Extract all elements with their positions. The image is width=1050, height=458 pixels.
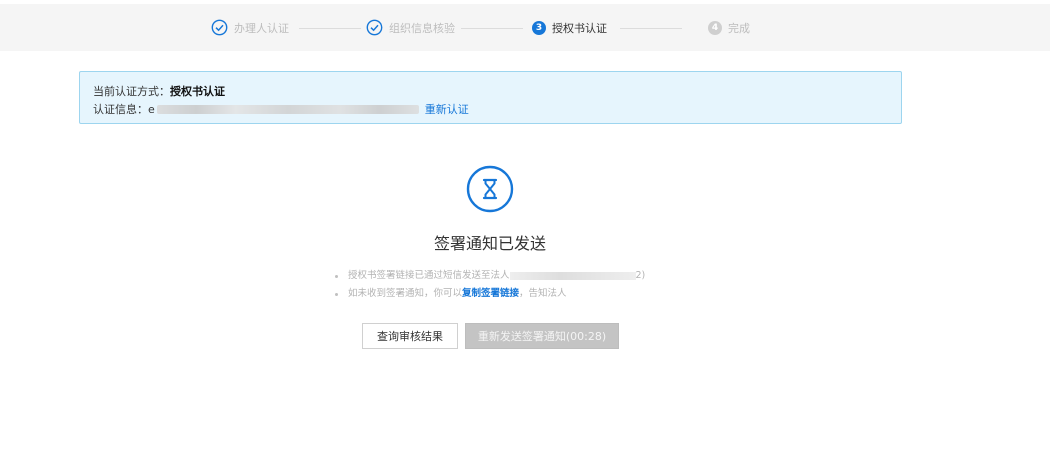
step-authorization-letter: 3 授权书认证 bbox=[532, 4, 607, 51]
auth-method-label: 当前认证方式： bbox=[93, 85, 170, 98]
tips-list: 授权书签署链接已通过短信发送至法人 2) 如未收到签署通知，你可以复制签署链接，告… bbox=[335, 267, 645, 303]
status-title: 签署通知已发送 bbox=[433, 234, 546, 253]
step-label: 授权书认证 bbox=[552, 21, 607, 35]
auth-method-value: 授权书认证 bbox=[170, 85, 225, 98]
auth-info-label: 认证信息： bbox=[93, 103, 148, 116]
check-circle-icon bbox=[366, 19, 383, 36]
auth-info-prefix: e bbox=[148, 102, 155, 116]
tip-copy-link: 如未收到签署通知，你可以复制签署链接，告知法人 bbox=[335, 285, 645, 303]
step-connector bbox=[461, 28, 523, 29]
tip-text-suffix: ，告知法人 bbox=[519, 288, 567, 299]
step-connector bbox=[299, 28, 361, 29]
hourglass-icon bbox=[466, 165, 514, 213]
step-label: 组织信息核验 bbox=[389, 21, 455, 35]
check-circle-icon bbox=[211, 19, 228, 36]
tip-text: 授权书签署链接已通过短信发送至法人 bbox=[348, 270, 510, 281]
step-handler-verification: 办理人认证 bbox=[211, 4, 289, 51]
resend-signing-notice-button[interactable]: 重新发送签署通知(00:28) bbox=[465, 323, 619, 349]
redacted-auth-info bbox=[156, 104, 419, 114]
tip-text: 如未收到签署通知，你可以 bbox=[348, 288, 463, 299]
step-number-badge: 3 bbox=[532, 20, 546, 35]
auth-info-notice: 当前认证方式：授权书认证 认证信息： e 重新认证 bbox=[79, 71, 902, 124]
step-bar: 办理人认证 组织信息核验 3 授权书认证 4 完成 bbox=[0, 4, 1050, 51]
step-number-badge: 4 bbox=[708, 20, 722, 35]
step-complete: 4 完成 bbox=[708, 4, 750, 51]
auth-info-row: 认证信息： e 重新认证 bbox=[93, 101, 469, 117]
step-organization-check: 组织信息核验 bbox=[366, 4, 455, 51]
step-label: 完成 bbox=[728, 21, 750, 35]
query-review-result-button[interactable]: 查询审核结果 bbox=[362, 323, 458, 349]
reauthenticate-link[interactable]: 重新认证 bbox=[425, 101, 469, 117]
step-connector bbox=[620, 28, 682, 29]
redacted-phone bbox=[509, 271, 636, 280]
step-label: 办理人认证 bbox=[234, 21, 289, 35]
tip-sms-sent: 授权书签署链接已通过短信发送至法人 2) bbox=[335, 267, 645, 285]
tip-text-suffix: 2) bbox=[635, 270, 646, 281]
auth-method-row: 当前认证方式：授权书认证 bbox=[93, 83, 225, 99]
copy-signing-link[interactable]: 复制签署链接 bbox=[462, 288, 519, 299]
